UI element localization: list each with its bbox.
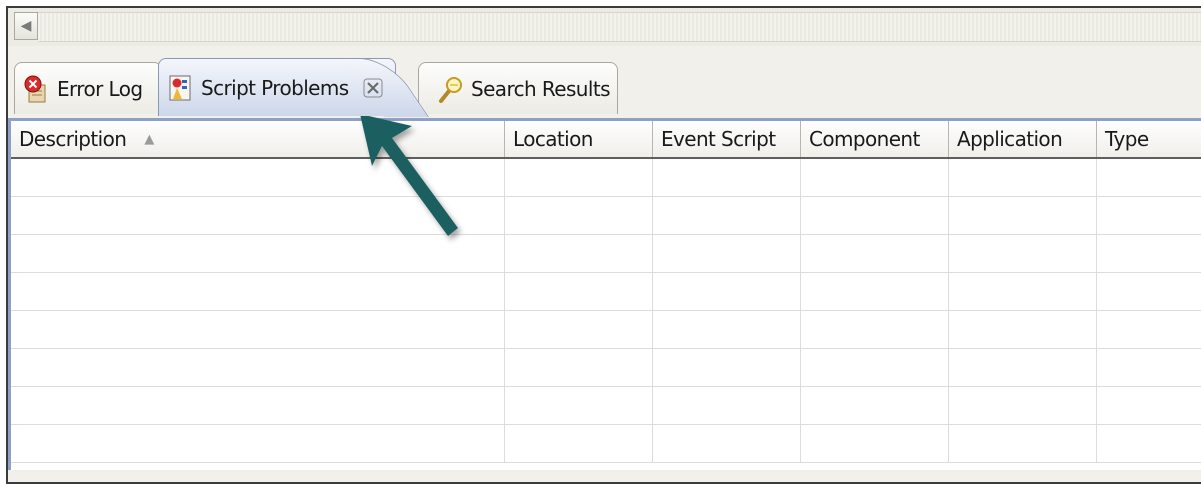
table-cell: [949, 159, 1097, 196]
scroll-left-icon: ◀: [20, 18, 32, 34]
table-cell: [1097, 197, 1201, 234]
table-cell: [505, 425, 653, 462]
table-cell: [505, 235, 653, 272]
column-label: Description: [19, 127, 127, 151]
table-cell: [1097, 235, 1201, 272]
tab-label: Script Problems: [201, 75, 349, 100]
table-cell: [653, 197, 801, 234]
table-cell: [11, 387, 505, 424]
table-cell: [653, 387, 801, 424]
table-cell: [1097, 387, 1201, 424]
table-header: Description ▲ Location Event Script Comp…: [11, 121, 1201, 159]
horizontal-scrollbar[interactable]: ◀: [8, 8, 1201, 47]
table-cell: [1097, 349, 1201, 386]
table-cell: [801, 159, 949, 196]
table-cell: [801, 425, 949, 462]
column-label: Event Script: [661, 127, 776, 151]
table-cell: [801, 349, 949, 386]
column-header-event-script[interactable]: Event Script: [653, 121, 801, 157]
table-cell: [11, 349, 505, 386]
column-label: Type: [1105, 127, 1149, 151]
error-log-icon: [24, 75, 46, 102]
tab-error-log[interactable]: Error Log: [14, 62, 162, 114]
table-row[interactable]: [11, 349, 1201, 387]
table-cell: [949, 235, 1097, 272]
table-cell: [11, 311, 505, 348]
table-row[interactable]: [11, 425, 1201, 463]
script-problems-icon: [169, 75, 191, 100]
table-cell: [653, 311, 801, 348]
table-cell: [1097, 425, 1201, 462]
problems-view-panel: ◀ Error Log Script Problems Search Resul…: [6, 6, 1201, 484]
table-cell: [1097, 273, 1201, 310]
table-cell: [801, 387, 949, 424]
table-cell: [11, 273, 505, 310]
table-cell: [801, 235, 949, 272]
scroll-left-button[interactable]: ◀: [14, 12, 38, 40]
close-tab-icon[interactable]: [363, 78, 383, 98]
column-header-location[interactable]: Location: [505, 121, 653, 157]
tab-label: Error Log: [57, 76, 143, 101]
table-cell: [1097, 311, 1201, 348]
annotation-arrow: [360, 114, 458, 236]
table-cell: [505, 197, 653, 234]
table-cell: [949, 387, 1097, 424]
table-cell: [505, 349, 653, 386]
column-label: Application: [957, 127, 1063, 151]
table-cell: [949, 349, 1097, 386]
table-body: [11, 159, 1201, 463]
table-cell: [505, 311, 653, 348]
sort-ascending-icon: ▲: [144, 131, 154, 147]
table-cell: [949, 273, 1097, 310]
column-header-application[interactable]: Application: [949, 121, 1097, 157]
problems-table: Description ▲ Location Event Script Comp…: [8, 118, 1201, 474]
table-cell: [801, 197, 949, 234]
tab-label: Search Results: [471, 76, 610, 101]
view-tab-bar: Error Log Script Problems Search Results: [8, 46, 1201, 118]
column-label: Component: [809, 127, 920, 151]
table-cell: [653, 349, 801, 386]
table-cell: [653, 159, 801, 196]
table-cell: [653, 273, 801, 310]
table-row[interactable]: [11, 311, 1201, 349]
table-cell: [11, 425, 505, 462]
table-cell: [949, 197, 1097, 234]
table-cell: [949, 311, 1097, 348]
table-cell: [653, 425, 801, 462]
table-cell: [801, 273, 949, 310]
column-header-type[interactable]: Type: [1097, 121, 1201, 157]
table-cell: [505, 159, 653, 196]
table-row[interactable]: [11, 235, 1201, 273]
table-cell: [949, 425, 1097, 462]
scroll-track[interactable]: [38, 12, 1201, 42]
table-cell: [801, 311, 949, 348]
table-row[interactable]: [11, 159, 1201, 197]
table-row[interactable]: [11, 197, 1201, 235]
column-label: Location: [513, 127, 593, 151]
table-row[interactable]: [11, 387, 1201, 425]
column-header-component[interactable]: Component: [801, 121, 949, 157]
table-cell: [1097, 159, 1201, 196]
table-row[interactable]: [11, 273, 1201, 311]
tab-script-problems[interactable]: Script Problems: [158, 58, 396, 116]
table-cell: [505, 273, 653, 310]
search-results-icon: [439, 76, 462, 103]
panel-bottom-edge: [8, 470, 1201, 482]
table-cell: [653, 235, 801, 272]
table-cell: [505, 387, 653, 424]
